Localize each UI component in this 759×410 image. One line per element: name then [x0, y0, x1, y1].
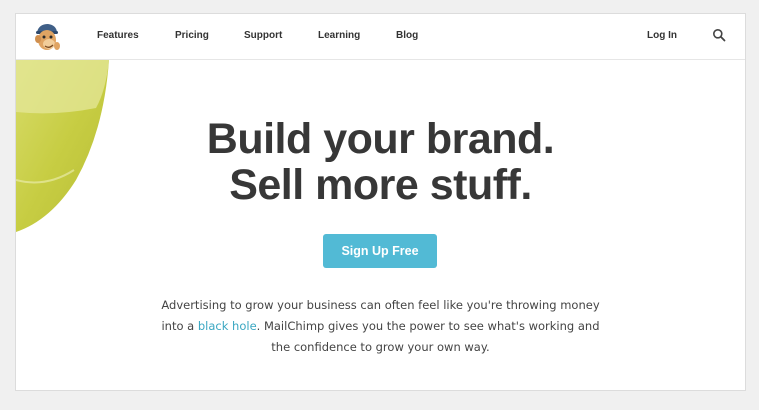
browser-viewport: Features Pricing Support Learning Blog L…: [15, 13, 746, 391]
top-navigation: Features Pricing Support Learning Blog L…: [16, 14, 745, 60]
nav-learning[interactable]: Learning: [318, 30, 360, 41]
black-hole-link[interactable]: black hole: [198, 319, 257, 333]
nav-pricing[interactable]: Pricing: [175, 30, 209, 41]
hero-description-line-3: the confidence to grow your own way.: [271, 340, 490, 354]
login-link[interactable]: Log In: [647, 30, 677, 41]
search-icon[interactable]: [712, 28, 726, 42]
hero-headline-line-2: Sell more stuff.: [229, 161, 532, 209]
desc-text-before-link: into a: [161, 319, 198, 333]
sign-up-free-button[interactable]: Sign Up Free: [323, 234, 437, 268]
mailchimp-logo-icon[interactable]: [33, 22, 61, 52]
hero-headline-line-1: Build your brand.: [206, 115, 555, 163]
nav-blog[interactable]: Blog: [396, 30, 418, 41]
desc-text-after-link: . MailChimp gives you the power to see w…: [256, 319, 600, 333]
nav-features[interactable]: Features: [97, 30, 139, 41]
nav-support[interactable]: Support: [244, 30, 282, 41]
hero-description-line-1: Advertising to grow your business can of…: [161, 298, 600, 312]
hero-description-line-2: into a black hole. MailChimp gives you t…: [16, 316, 745, 337]
